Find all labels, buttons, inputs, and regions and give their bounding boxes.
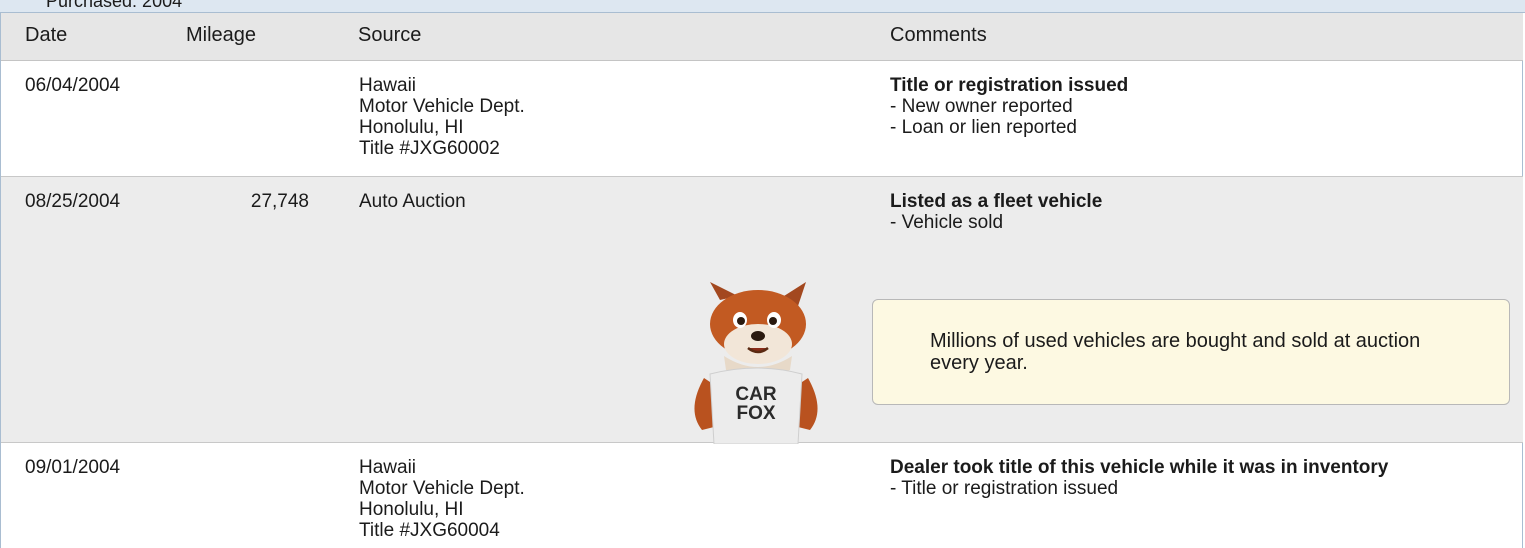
owner-strip-label: Purchased: 2004 [46, 0, 183, 11]
table-header: Date Mileage Source Comments [1, 13, 1523, 61]
row-date: 08/25/2004 [25, 191, 121, 212]
comment-title: Dealer took title of this vehicle while … [890, 457, 1389, 478]
header-date: Date [25, 24, 68, 46]
comment-item: - Loan or lien reported [890, 117, 1077, 138]
row-date: 06/04/2004 [25, 75, 121, 96]
row-source: Hawaii Motor Vehicle Dept. Honolulu, HI … [359, 75, 525, 159]
comment-item: - New owner reported [890, 96, 1073, 117]
header-mileage: Mileage [186, 24, 257, 46]
row-source: Hawaii Motor Vehicle Dept. Honolulu, HI … [359, 457, 525, 541]
comment-title: Listed as a fleet vehicle [890, 191, 1103, 212]
table-row: 09/01/2004 Hawaii Motor Vehicle Dept. Ho… [1, 443, 1523, 548]
source-line: Hawaii [359, 457, 417, 478]
header-source: Source [358, 24, 422, 46]
carfox-mascot-icon: CAR FOX [694, 282, 818, 444]
shirt-text-line2: FOX [736, 403, 775, 424]
source-line: Honolulu, HI [359, 117, 464, 138]
source-line: Title #JXG60004 [359, 520, 500, 541]
source-line: Motor Vehicle Dept. [359, 96, 525, 117]
owner-strip: Purchased: 2004 [0, 0, 1525, 13]
header-comments: Comments [890, 24, 987, 46]
row-comments: Dealer took title of this vehicle while … [890, 457, 1388, 499]
row-source: Auto Auction [359, 191, 466, 212]
shirt-text-line1: CAR [735, 384, 776, 405]
table-row: 06/04/2004 Hawaii Motor Vehicle Dept. Ho… [1, 61, 1523, 177]
source-line: Motor Vehicle Dept. [359, 478, 525, 499]
comment-item: - Title or registration issued [890, 478, 1119, 499]
row-date: 09/01/2004 [25, 457, 121, 478]
comment-title: Title or registration issued [890, 75, 1129, 96]
comment-item: - Vehicle sold [890, 212, 1004, 233]
source-line: Hawaii [359, 75, 417, 96]
auction-tip-callout: Millions of used vehicles are bought and… [872, 299, 1510, 405]
source-line: Title #JXG60002 [359, 138, 500, 159]
row-comments: Title or registration issued - New owner… [890, 75, 1128, 138]
row-mileage: 27,748 [250, 191, 309, 212]
source-line: Honolulu, HI [359, 499, 464, 520]
row-comments: Listed as a fleet vehicle - Vehicle sold [890, 191, 1102, 233]
source-line: Auto Auction [359, 191, 466, 212]
callout-text: Millions of used vehicles are bought and… [930, 330, 1421, 374]
